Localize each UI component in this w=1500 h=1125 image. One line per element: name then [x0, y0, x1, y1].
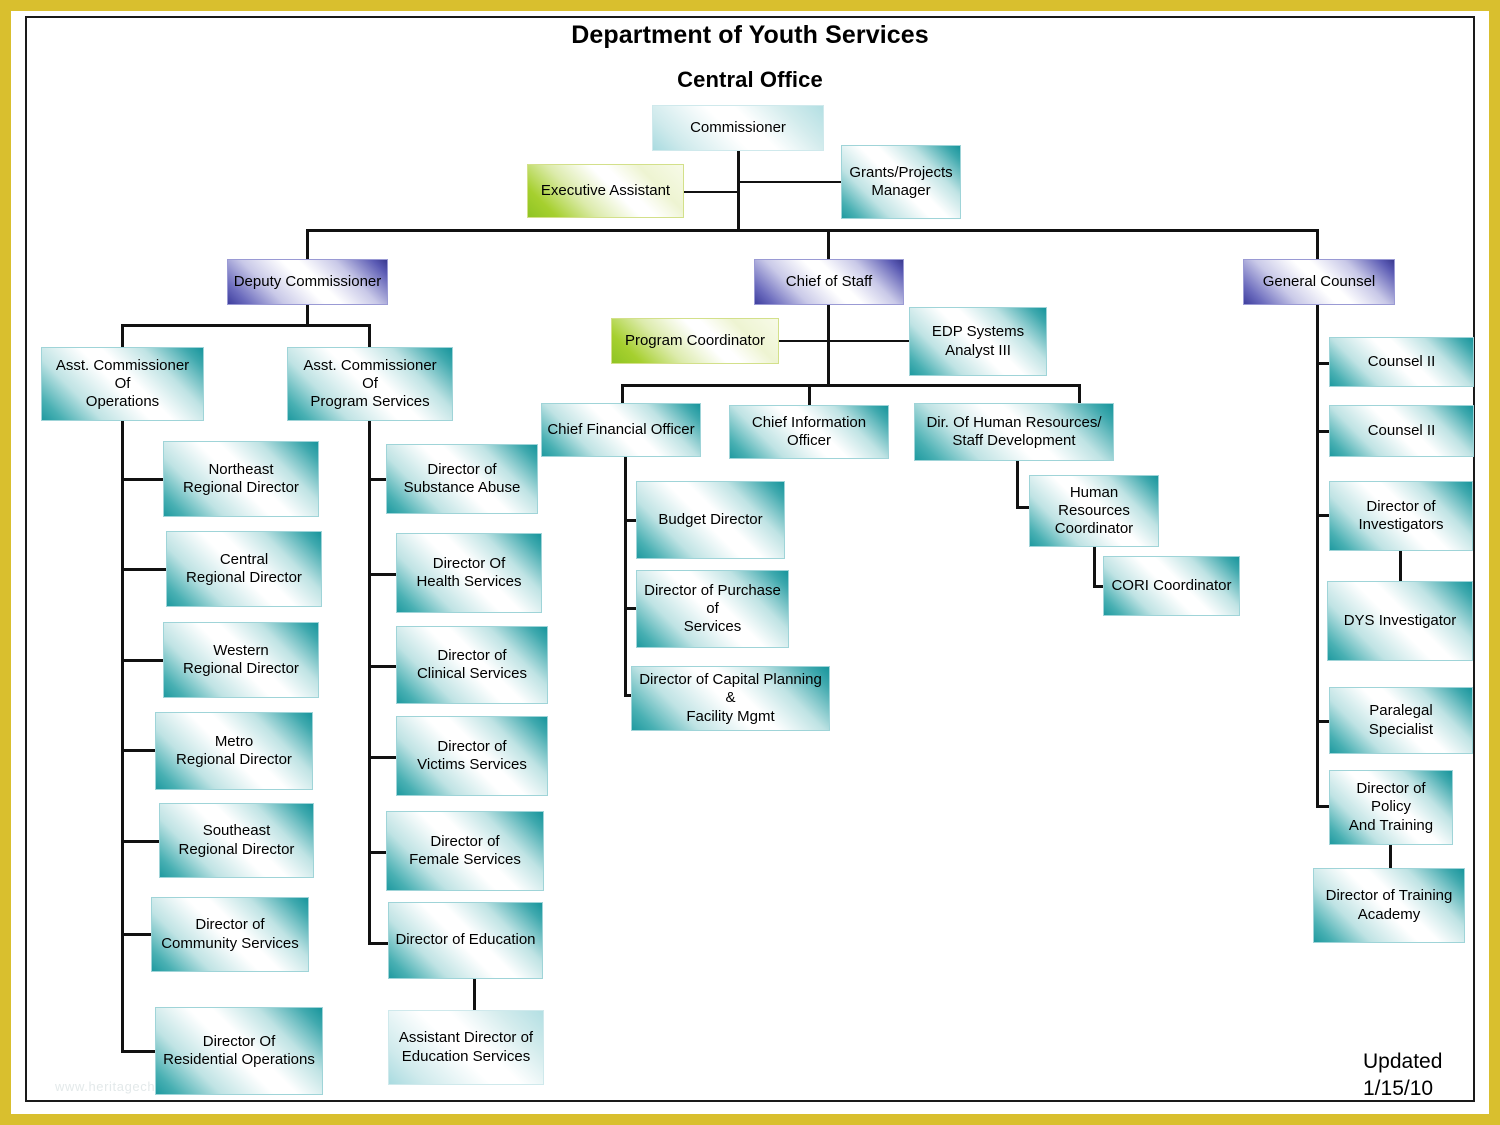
connector-counsel-drop	[1316, 229, 1319, 259]
node-director-residential-operations[interactable]: Director Of Residential Operations	[155, 1007, 323, 1095]
connector-cos-trunk	[827, 304, 830, 386]
node-grants-projects-manager[interactable]: Grants/Projects Manager	[841, 145, 961, 219]
connector-cfo-spine	[624, 457, 627, 697]
connector-ops-residential	[121, 1050, 155, 1053]
node-budget-director[interactable]: Budget Director	[636, 481, 785, 559]
connector-deputy-drop	[306, 229, 309, 259]
connector-policy-academy	[1389, 845, 1392, 869]
node-counsel-ii-first[interactable]: Counsel II	[1329, 337, 1474, 387]
node-cori-coordinator[interactable]: CORI Coordinator	[1103, 556, 1240, 616]
node-director-policy-training[interactable]: Director of Policy And Training	[1329, 770, 1453, 845]
page-subtitle: Central Office	[677, 67, 823, 92]
page-title: Department of Youth Services	[571, 21, 929, 49]
node-director-health-services[interactable]: Director Of Health Services	[396, 533, 542, 613]
connector-gc-spine	[1316, 304, 1319, 808]
updated-stamp: Updated 1/15/10	[1363, 1049, 1442, 1103]
node-northeast-regional-director[interactable]: Northeast Regional Director	[163, 441, 319, 517]
connector-prog-clinical	[368, 665, 396, 668]
updated-label: Updated	[1363, 1050, 1443, 1073]
node-commissioner[interactable]: Commissioner	[652, 105, 824, 151]
node-dir-human-resources[interactable]: Dir. Of Human Resources/ Staff Developme…	[914, 403, 1114, 461]
connector-hrc-spine	[1093, 547, 1096, 588]
updated-date: 1/15/10	[1363, 1076, 1434, 1100]
connector-ops-community	[121, 933, 151, 936]
node-assistant-director-education-services[interactable]: Assistant Director of Education Services	[388, 1010, 544, 1085]
connector-hr-spine	[1016, 461, 1019, 509]
connector-cos-edp	[829, 340, 909, 342]
connector-ops-western	[121, 659, 163, 662]
connector-prog-substance	[368, 478, 386, 481]
connector-inv-dys	[1399, 551, 1402, 581]
node-metro-regional-director[interactable]: Metro Regional Director	[155, 712, 313, 790]
node-director-purchase-services[interactable]: Director of Purchase of Services	[636, 570, 789, 648]
connector-ops-central	[121, 568, 166, 571]
node-deputy-commissioner[interactable]: Deputy Commissioner	[227, 259, 388, 305]
connector-exec-assistant	[684, 191, 738, 193]
node-director-victims-services[interactable]: Director of Victims Services	[396, 716, 548, 796]
node-director-community-services[interactable]: Director of Community Services	[151, 897, 309, 972]
node-chief-information-officer[interactable]: Chief Information Officer	[729, 405, 889, 459]
node-paralegal-specialist[interactable]: Paralegal Specialist	[1329, 687, 1473, 754]
connector-level3-bus	[306, 229, 1318, 232]
node-director-training-academy[interactable]: Director of Training Academy	[1313, 868, 1465, 943]
connector-ops-spine	[121, 421, 124, 1053]
connector-prog-health	[368, 573, 396, 576]
node-chief-of-staff[interactable]: Chief of Staff	[754, 259, 904, 305]
connector-prog-spine	[368, 444, 371, 944]
connector-hr-drop	[1078, 384, 1081, 404]
connector-deputy-bus	[121, 324, 371, 327]
connector-asstprog-drop	[368, 324, 371, 347]
node-director-female-services[interactable]: Director of Female Services	[386, 811, 544, 891]
connector-commissioner-trunk	[737, 150, 740, 230]
node-central-regional-director[interactable]: Central Regional Director	[166, 531, 322, 607]
connector-prog-victims	[368, 756, 396, 759]
connector-chiefstaff-drop	[827, 229, 830, 259]
node-general-counsel[interactable]: General Counsel	[1243, 259, 1395, 305]
connector-ops-metro	[121, 749, 155, 752]
node-dys-investigator[interactable]: DYS Investigator	[1327, 581, 1473, 661]
node-edp-systems-analyst[interactable]: EDP Systems Analyst III	[909, 307, 1047, 376]
connector-prog-stem	[368, 421, 371, 446]
connector-ops-northeast	[121, 478, 163, 481]
connector-asstops-drop	[121, 324, 124, 347]
node-western-regional-director[interactable]: Western Regional Director	[163, 622, 319, 698]
node-executive-assistant[interactable]: Executive Assistant	[527, 164, 684, 218]
node-director-clinical-services[interactable]: Director of Clinical Services	[396, 626, 548, 704]
node-counsel-ii-second[interactable]: Counsel II	[1329, 405, 1474, 457]
node-asst-commissioner-program-services[interactable]: Asst. Commissioner Of Program Services	[287, 347, 453, 421]
node-southeast-regional-director[interactable]: Southeast Regional Director	[159, 803, 314, 878]
connector-cos-bus	[621, 384, 1081, 387]
connector-deputy-stem	[306, 304, 309, 326]
node-director-education[interactable]: Director of Education	[388, 902, 543, 979]
connector-cio-drop	[808, 384, 811, 406]
connector-cos-programcoord	[779, 340, 829, 342]
connector-ops-southeast	[121, 840, 159, 843]
connector-prog-female	[368, 851, 386, 854]
org-chart-page: Department of Youth Services Central Off…	[0, 0, 1500, 1125]
node-asst-commissioner-operations[interactable]: Asst. Commissioner Of Operations	[41, 347, 204, 421]
node-human-resources-coordinator[interactable]: Human Resources Coordinator	[1029, 475, 1159, 547]
connector-education-asst	[473, 978, 476, 1011]
connector-grants-manager	[738, 181, 841, 183]
node-director-capital-planning[interactable]: Director of Capital Planning & Facility …	[631, 666, 830, 731]
node-director-substance-abuse[interactable]: Director of Substance Abuse	[386, 444, 538, 514]
node-director-investigators[interactable]: Director of Investigators	[1329, 481, 1473, 551]
connector-prog-education	[368, 942, 388, 945]
connector-cfo-drop	[621, 384, 624, 404]
node-program-coordinator[interactable]: Program Coordinator	[611, 318, 779, 364]
node-chief-financial-officer[interactable]: Chief Financial Officer	[541, 403, 701, 457]
